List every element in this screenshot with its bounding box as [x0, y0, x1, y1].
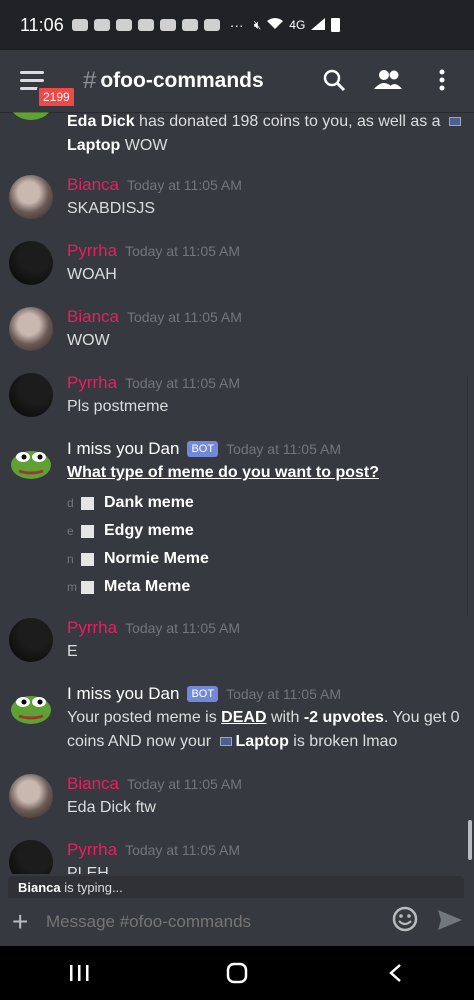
discord-icon	[181, 19, 198, 31]
bot-badge: BOT	[187, 686, 219, 702]
meme-options: d Dank meme e Edgy meme n Normie Meme m Meta…	[67, 489, 466, 601]
add-attachment-button[interactable]: +	[12, 906, 34, 938]
send-icon[interactable]	[436, 906, 464, 934]
discord-icon	[137, 19, 154, 31]
laptop-emoji-icon	[219, 737, 232, 747]
more-notifications-icon: ···	[229, 17, 244, 33]
timestamp: Today at 11:05 AM	[125, 620, 241, 636]
bot-badge: BOT	[187, 441, 219, 457]
message-text: Eda Dick has donated 198 coins to you, a…	[67, 112, 466, 158]
message-text: Your posted meme is DEAD with -2 upvotes…	[67, 709, 460, 750]
channel-header: 2199 # ofoo-commands	[0, 50, 474, 112]
signal-icon	[311, 17, 326, 33]
laptop-emoji-icon	[449, 117, 462, 127]
mute-icon: 🔇︎	[253, 17, 262, 32]
list-item: n Normie Meme	[67, 550, 209, 567]
system-icons: 🔇︎ 4G	[253, 17, 341, 33]
timestamp: Today at 11:05 AM	[226, 441, 341, 457]
avatar[interactable]	[9, 840, 53, 874]
message-input[interactable]	[46, 904, 376, 940]
search-icon[interactable]	[320, 66, 348, 94]
timestamp: Today at 11:05 AM	[126, 177, 242, 193]
message-text: Pls postmeme	[67, 398, 169, 415]
list-item: e Edgy meme	[67, 522, 194, 539]
list-item: m Meta Meme	[67, 578, 191, 595]
avatar[interactable]	[9, 307, 53, 351]
author-name[interactable]: Bianca	[67, 307, 119, 327]
pepe-avatar[interactable]	[9, 684, 53, 728]
author-name[interactable]: Pyrrha	[67, 840, 117, 860]
pepe-avatar[interactable]	[9, 439, 53, 483]
timestamp: Today at 11:05 AM	[126, 776, 242, 792]
discord-icon	[159, 19, 176, 31]
author-name[interactable]: Pyrrha	[67, 241, 117, 261]
scrollbar-track[interactable]	[467, 377, 471, 617]
wifi-icon	[267, 17, 284, 33]
timestamp: Today at 11:05 AM	[125, 375, 241, 391]
list-item: d Dank meme	[67, 494, 194, 511]
typing-indicator: Bianca is typing...	[8, 876, 464, 898]
avatar[interactable]	[9, 241, 53, 285]
timestamp: Today at 11:05 AM	[125, 842, 241, 858]
message-list[interactable]: Eda Dick has donated 198 coins to you, a…	[0, 112, 474, 874]
members-icon[interactable]	[374, 66, 402, 94]
discord-icon	[93, 19, 110, 31]
clock: 11:06	[20, 14, 64, 35]
author-name[interactable]: I miss you Dan	[67, 439, 179, 459]
channel-title: ofoo-commands	[100, 69, 264, 92]
avatar[interactable]	[9, 618, 53, 662]
author-name[interactable]: Bianca	[67, 175, 119, 195]
battery-icon	[331, 18, 341, 32]
pepe-avatar[interactable]	[9, 112, 53, 124]
channel-hash-icon: #	[83, 67, 97, 94]
timestamp: Today at 11:05 AM	[126, 309, 242, 325]
unread-badge: 2199	[37, 86, 76, 108]
author-name[interactable]: I miss you Dan	[67, 684, 179, 704]
author-name[interactable]: Pyrrha	[67, 373, 117, 393]
message-composer: +	[0, 898, 474, 946]
message-text: What type of meme do you want to post?	[67, 464, 379, 481]
discord-icon	[115, 19, 132, 31]
network-type: 4G	[289, 18, 306, 32]
author-name[interactable]: Pyrrha	[67, 618, 117, 638]
more-options-icon[interactable]	[428, 66, 456, 94]
scrollbar-thumb[interactable]	[468, 820, 472, 860]
emoji-icon[interactable]	[392, 906, 418, 932]
notification-icons	[71, 19, 220, 31]
author-name[interactable]: Bianca	[67, 774, 119, 794]
message-text: E	[67, 643, 78, 660]
system-nav-bar	[0, 946, 474, 1000]
timestamp: Today at 11:05 AM	[125, 243, 241, 259]
home-icon[interactable]	[217, 953, 257, 993]
message-text: SKABDISJS	[67, 200, 156, 217]
avatar[interactable]	[9, 774, 53, 818]
recent-apps-icon[interactable]	[59, 953, 99, 993]
back-icon[interactable]	[375, 953, 415, 993]
avatar[interactable]	[9, 373, 53, 417]
message-text: PLEH	[67, 865, 109, 874]
avatar[interactable]	[9, 175, 53, 219]
spotify-icon	[71, 19, 88, 31]
timestamp: Today at 11:05 AM	[226, 686, 341, 702]
message-text: WOW	[67, 332, 110, 349]
discord-icon	[203, 19, 220, 31]
status-bar: 11:06 ··· 🔇︎ 4G	[0, 0, 474, 50]
message-text: WOAH	[67, 266, 117, 283]
message-text: Eda Dick ftw	[67, 799, 156, 816]
